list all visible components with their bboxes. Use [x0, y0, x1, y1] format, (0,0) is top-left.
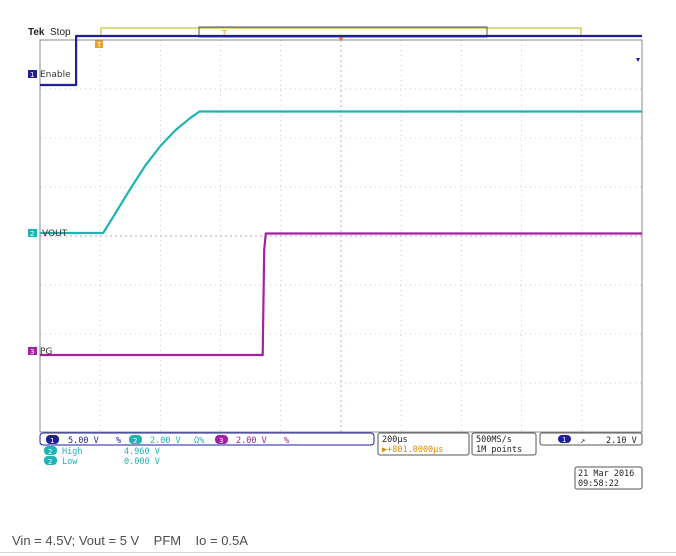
ch1-coupling: %: [116, 436, 121, 446]
trigger-position-label: T: [96, 41, 102, 49]
ch3-scale: 2.00 V: [236, 436, 267, 446]
ch1-marker-number: 1: [30, 71, 34, 79]
acquisition-state: Stop: [50, 27, 71, 38]
low-meas-value: 0.000 V: [124, 457, 160, 467]
graticule: [40, 40, 642, 432]
record-overview-bar[interactable]: [100, 27, 582, 37]
trigger-source-number: 1: [562, 436, 566, 444]
ch3-marker[interactable]: 3: [28, 347, 37, 356]
ch2-scale: 2.00 V: [150, 436, 181, 446]
sample-rate: 500MS/s: [476, 435, 512, 445]
ch3-coupling: %: [284, 436, 289, 446]
low-meas-badge-number: 2: [48, 458, 52, 466]
ch1-offscreen-marker: [636, 58, 640, 62]
date: 21 Mar 2016: [578, 469, 634, 479]
record-length: 1M points: [476, 445, 522, 455]
brand-label: Tek: [28, 27, 45, 38]
ch1-marker[interactable]: 1: [28, 70, 37, 79]
ch3-scale-badge-number: 3: [219, 437, 223, 445]
ch2-marker-number: 2: [30, 230, 34, 238]
figure-caption: Vin = 4.5V; Vout = 5 V PFM Io = 0.5A: [12, 533, 248, 548]
ch2-scale-badge-number: 2: [133, 437, 137, 445]
timebase: 200µs: [382, 435, 408, 445]
trace-vout: [40, 110, 642, 235]
high-meas-badge-number: 2: [48, 448, 52, 456]
trigger-level: 2.10 V: [606, 436, 637, 446]
ch1-trace-label: Enable: [40, 70, 71, 80]
ch3-marker-number: 3: [30, 348, 34, 356]
low-meas-label: Low: [62, 457, 78, 467]
time: 09:58:22: [578, 479, 619, 489]
ch1-scale: 5.00 V: [68, 436, 99, 446]
horizontal-position: ▶+801.0000µs: [382, 445, 443, 455]
ch2-trace-label: VOUT: [42, 229, 68, 239]
trigger-slope: ↗: [580, 436, 585, 446]
ch2-marker[interactable]: 2: [28, 229, 37, 238]
high-meas-value: 4.960 V: [124, 447, 160, 457]
ch1-scale-badge-number: 1: [50, 437, 54, 445]
oscilloscope-screen: Tek Stop T T 1 Enable 2 VOUT 3 PG 1 5.00…: [28, 26, 643, 490]
divider: [0, 552, 676, 553]
ch3-trace-label: PG: [40, 347, 52, 357]
high-meas-label: High: [62, 447, 82, 457]
ch2-bandwidth: Ω%: [194, 436, 204, 446]
